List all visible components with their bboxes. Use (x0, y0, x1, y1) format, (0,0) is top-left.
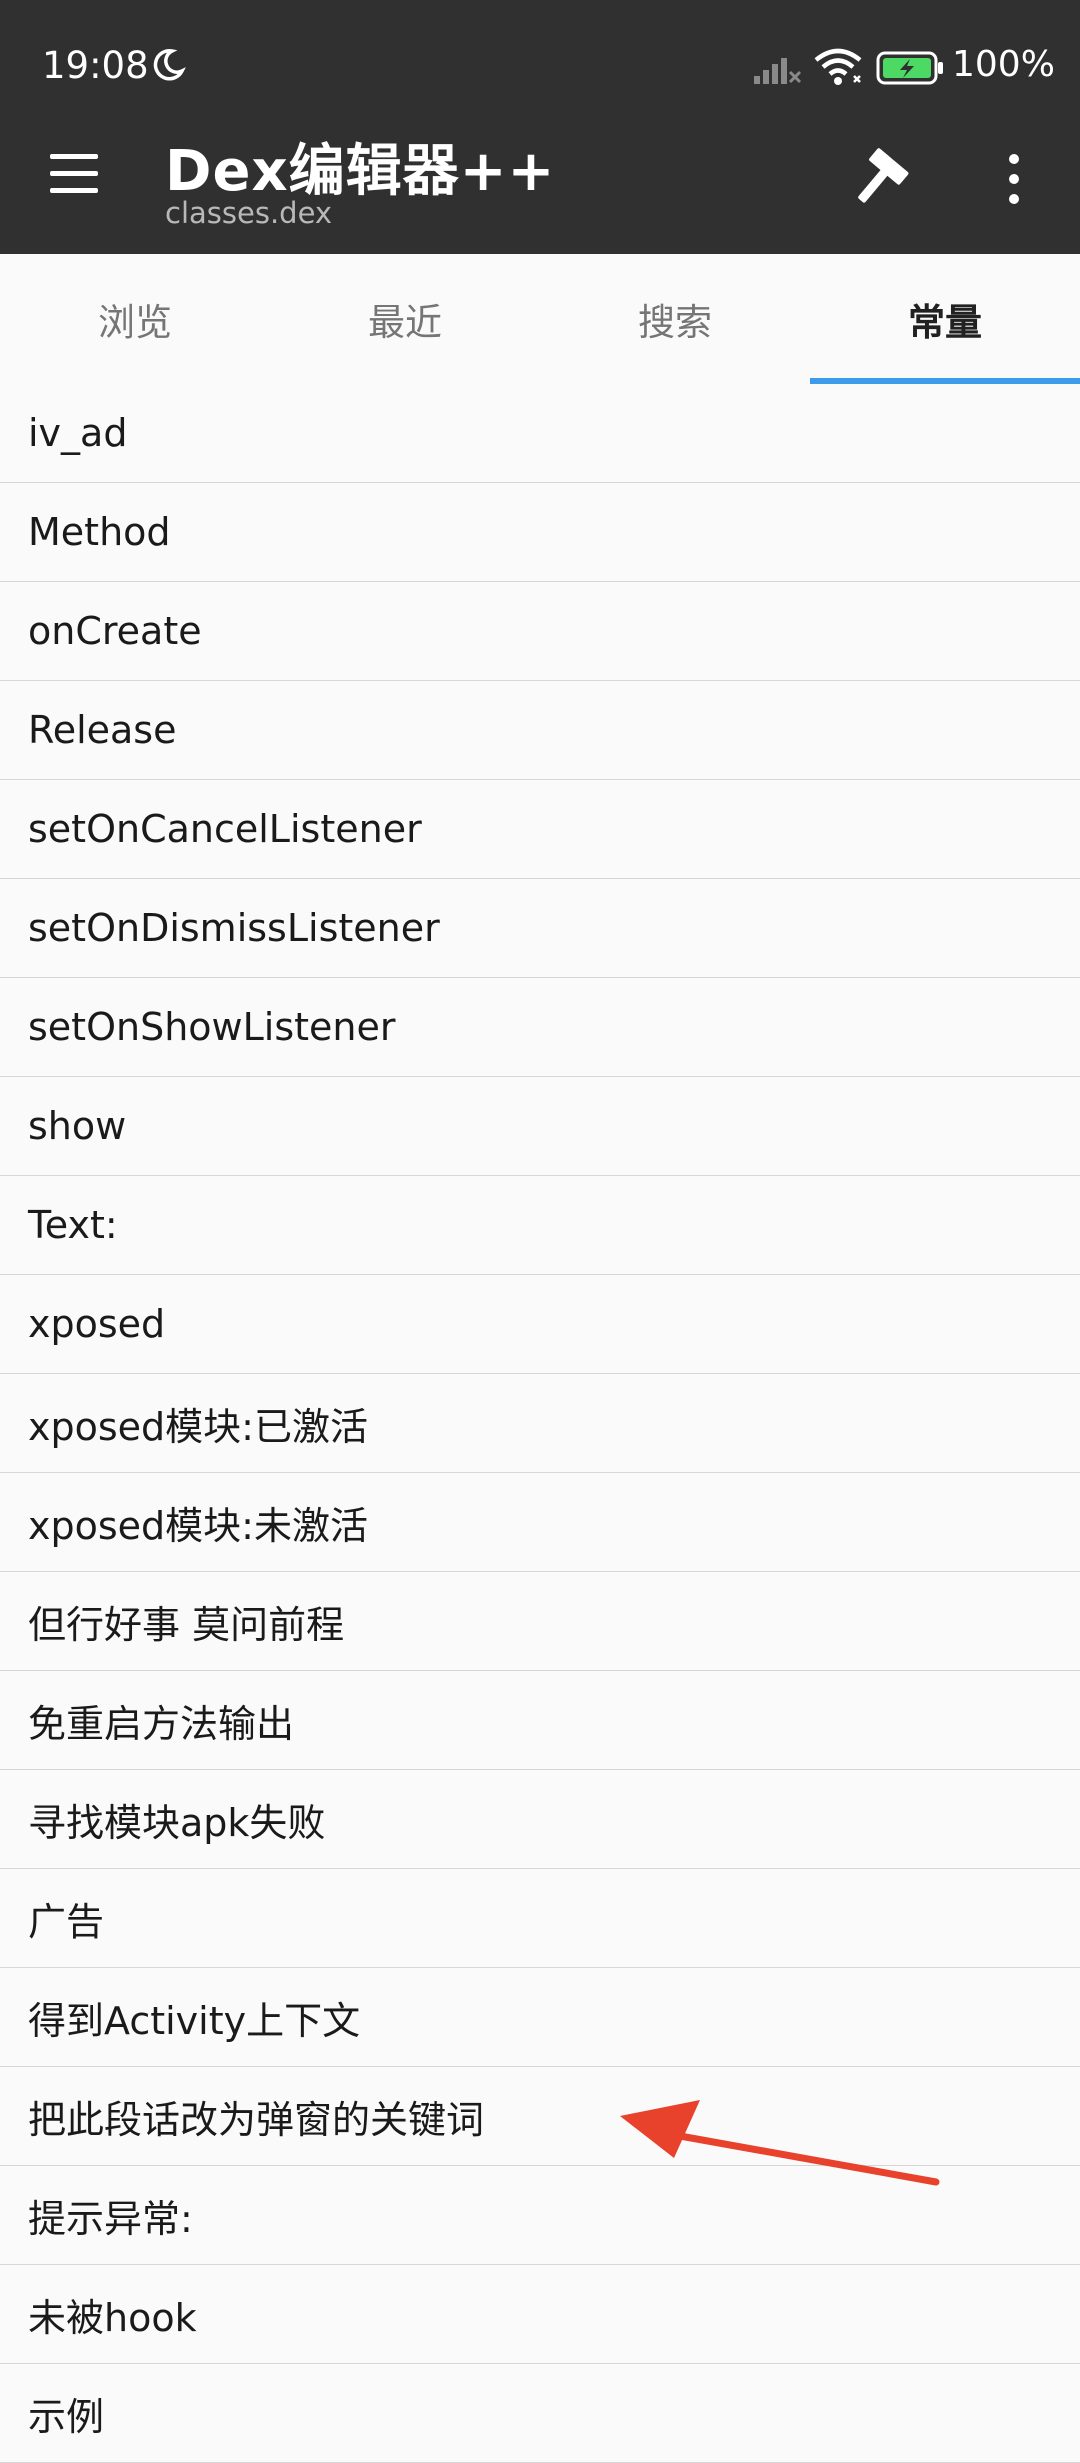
list-item[interactable]: Method (0, 483, 1080, 582)
tab-browse[interactable]: 浏览 (0, 254, 270, 384)
status-time: 19:08 (42, 44, 149, 87)
tab-constants[interactable]: 常量 (810, 254, 1080, 384)
page-subtitle: classes.dex (165, 196, 333, 230)
hammer-icon[interactable] (848, 148, 912, 212)
list-item[interactable]: xposed模块:已激活 (0, 1374, 1080, 1473)
tab-recent[interactable]: 最近 (270, 254, 540, 384)
list-item[interactable]: setOnDismissListener (0, 879, 1080, 978)
list-item[interactable]: xposed模块:未激活 (0, 1473, 1080, 1572)
menu-icon[interactable] (44, 150, 104, 200)
overflow-menu-icon[interactable] (1002, 152, 1026, 206)
tab-bar: 浏览 最近 搜索 常量 (0, 254, 1080, 384)
list-item[interactable]: iv_ad (0, 384, 1080, 483)
signal-icon (754, 58, 802, 84)
app-bar: 19:08 100% Dex编辑器++ classes.dex (0, 0, 1080, 254)
moon-icon (153, 49, 186, 81)
page-title: Dex编辑器++ (165, 139, 556, 204)
list-item[interactable]: Text: (0, 1176, 1080, 1275)
list-item[interactable]: 得到Activity上下文 (0, 1968, 1080, 2067)
list-item[interactable]: 寻找模块apk失败 (0, 1770, 1080, 1869)
tab-search[interactable]: 搜索 (540, 254, 810, 384)
list-item[interactable]: 示例 (0, 2364, 1080, 2463)
list-item[interactable]: Release (0, 681, 1080, 780)
battery-percent: 100% (952, 44, 1055, 85)
list-item[interactable]: setOnShowListener (0, 978, 1080, 1077)
battery-icon (876, 51, 943, 85)
arrow-annotation (620, 2100, 940, 2186)
wifi-icon (814, 48, 862, 85)
list-item[interactable]: 但行好事 莫问前程 (0, 1572, 1080, 1671)
list-item[interactable]: onCreate (0, 582, 1080, 681)
list-item[interactable]: 未被hook (0, 2265, 1080, 2364)
list-item[interactable]: show (0, 1077, 1080, 1176)
list-item[interactable]: setOnCancelListener (0, 780, 1080, 879)
list-item[interactable]: 免重启方法输出 (0, 1671, 1080, 1770)
list-item[interactable]: xposed (0, 1275, 1080, 1374)
list-item[interactable]: 广告 (0, 1869, 1080, 1968)
